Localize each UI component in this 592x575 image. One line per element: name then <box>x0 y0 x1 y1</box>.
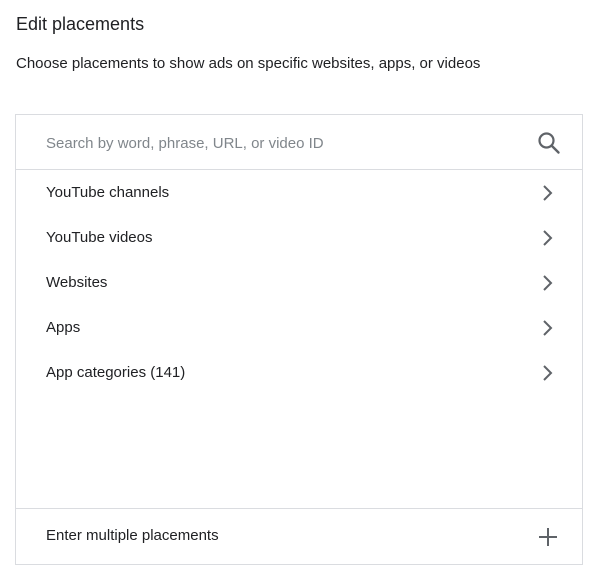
list-item-label: Apps <box>46 319 81 336</box>
vertical-divider <box>582 115 583 170</box>
list-item-label: YouTube channels <box>46 184 170 201</box>
chevron-right-icon <box>543 230 553 246</box>
page-title: Edit placements <box>16 14 145 34</box>
placement-category-list: YouTube channels YouTube videos Websites… <box>16 171 582 396</box>
placements-panel: YouTube channels YouTube videos Websites… <box>15 114 583 565</box>
list-item-apps[interactable]: Apps <box>16 306 582 351</box>
list-item-label: Websites <box>46 274 108 291</box>
list-item-youtube-channels[interactable]: YouTube channels <box>16 171 582 216</box>
chevron-right-icon <box>543 185 553 201</box>
page-subtitle: Choose placements to show ads on specifi… <box>16 55 481 72</box>
search-input[interactable] <box>46 131 506 155</box>
chevron-right-icon <box>543 365 553 381</box>
list-item-label: YouTube videos <box>46 229 153 246</box>
enter-multiple-placements-button[interactable]: Enter multiple placements <box>16 508 582 564</box>
enter-multiple-placements-label: Enter multiple placements <box>46 527 219 544</box>
search-bar <box>16 115 582 170</box>
plus-icon[interactable] <box>537 526 559 548</box>
list-item-websites[interactable]: Websites <box>16 261 582 306</box>
list-item-youtube-videos[interactable]: YouTube videos <box>16 216 582 261</box>
list-item-label: App categories (141) <box>46 364 186 381</box>
chevron-right-icon <box>543 320 553 336</box>
search-icon[interactable] <box>536 130 562 156</box>
list-item-app-categories[interactable]: App categories (141) <box>16 351 582 396</box>
chevron-right-icon <box>543 275 553 291</box>
